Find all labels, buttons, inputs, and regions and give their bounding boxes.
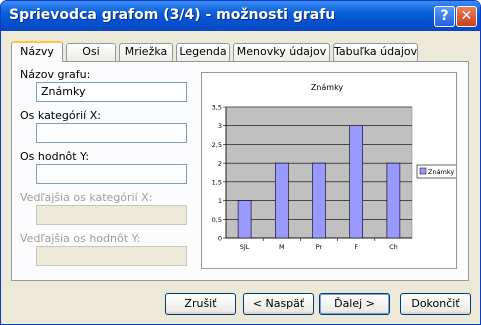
back-button[interactable]: < Naspäť [243, 293, 314, 315]
tab-osi[interactable]: Osi [66, 43, 116, 61]
tab-tabulka-udajov[interactable]: Tabuľka údajov [333, 43, 418, 61]
tab-legenda[interactable]: Legenda [176, 43, 230, 61]
x-axis-field[interactable] [36, 123, 187, 143]
legend-label: Známky [428, 168, 454, 176]
window-title: Sprievodca grafom (3/4) - možnosti grafu [9, 7, 336, 23]
x-tick-label: F [354, 243, 358, 251]
y-tick-label: 0,5 [212, 216, 222, 224]
y-tick-label: 3 [218, 122, 222, 130]
bar [237, 200, 252, 239]
tab-mriezka[interactable]: Mriežka [119, 43, 173, 61]
x-tick-label: SJL [240, 243, 250, 251]
secondary-x-axis-label: Vedľajšia os kategórií X: [20, 191, 153, 204]
bar [275, 162, 289, 239]
y-axis-field[interactable] [36, 164, 187, 184]
x-tick-label: M [279, 243, 285, 251]
chart-svg: Známky 0 0,5 1 1,5 2 2,5 3 3,5 SJL M Pr F Ch Známky [212, 83, 458, 251]
y-tick-label: 3,5 [212, 104, 222, 112]
y-tick-label: 2,5 [212, 141, 222, 149]
title-bar[interactable]: Sprievodca grafom (3/4) - možnosti grafu… [1, 1, 480, 31]
tab-panel: Názov grafu: Známky Os kategórií X: Os h… [11, 61, 469, 281]
y-tick-label: 0 [218, 235, 222, 243]
tab-nazvy[interactable]: Názvy [11, 41, 63, 62]
y-axis-label: Os hodnôt Y: [20, 150, 90, 163]
next-button[interactable]: Ďalej > [319, 293, 390, 315]
chart-title: Známky [311, 83, 344, 92]
chart-wizard-dialog: Sprievodca grafom (3/4) - možnosti grafu… [0, 0, 481, 325]
bar [312, 162, 326, 239]
finish-button[interactable]: Dokončiť [400, 293, 471, 315]
x-tick-label: Pr [316, 243, 323, 251]
secondary-y-axis-field [36, 246, 187, 266]
secondary-y-axis-label: Vedľajšia os hodnôt Y: [20, 232, 141, 245]
close-button[interactable]: ✕ [456, 6, 477, 27]
y-tick-label: 2 [218, 160, 222, 168]
y-tick-label: 1,5 [212, 178, 222, 186]
chart-preview: Známky 0 0,5 1 1,5 2 2,5 3 3,5 SJL M Pr F Ch Známky [201, 72, 458, 269]
x-axis-label: Os kategórií X: [20, 109, 101, 122]
y-tick-label: 1 [218, 197, 222, 205]
bar [386, 162, 401, 239]
chart-title-label: Názov grafu: [20, 68, 91, 81]
bar [349, 125, 363, 239]
tab-menovky-udajov[interactable]: Menovky údajov [233, 43, 330, 61]
legend-swatch [419, 167, 427, 175]
secondary-x-axis-field [36, 205, 187, 225]
x-tick-label: Ch [389, 243, 398, 251]
help-button[interactable]: ? [434, 6, 455, 27]
chart-title-field[interactable]: Známky [36, 82, 187, 102]
cancel-button[interactable]: Zrušiť [165, 293, 236, 315]
